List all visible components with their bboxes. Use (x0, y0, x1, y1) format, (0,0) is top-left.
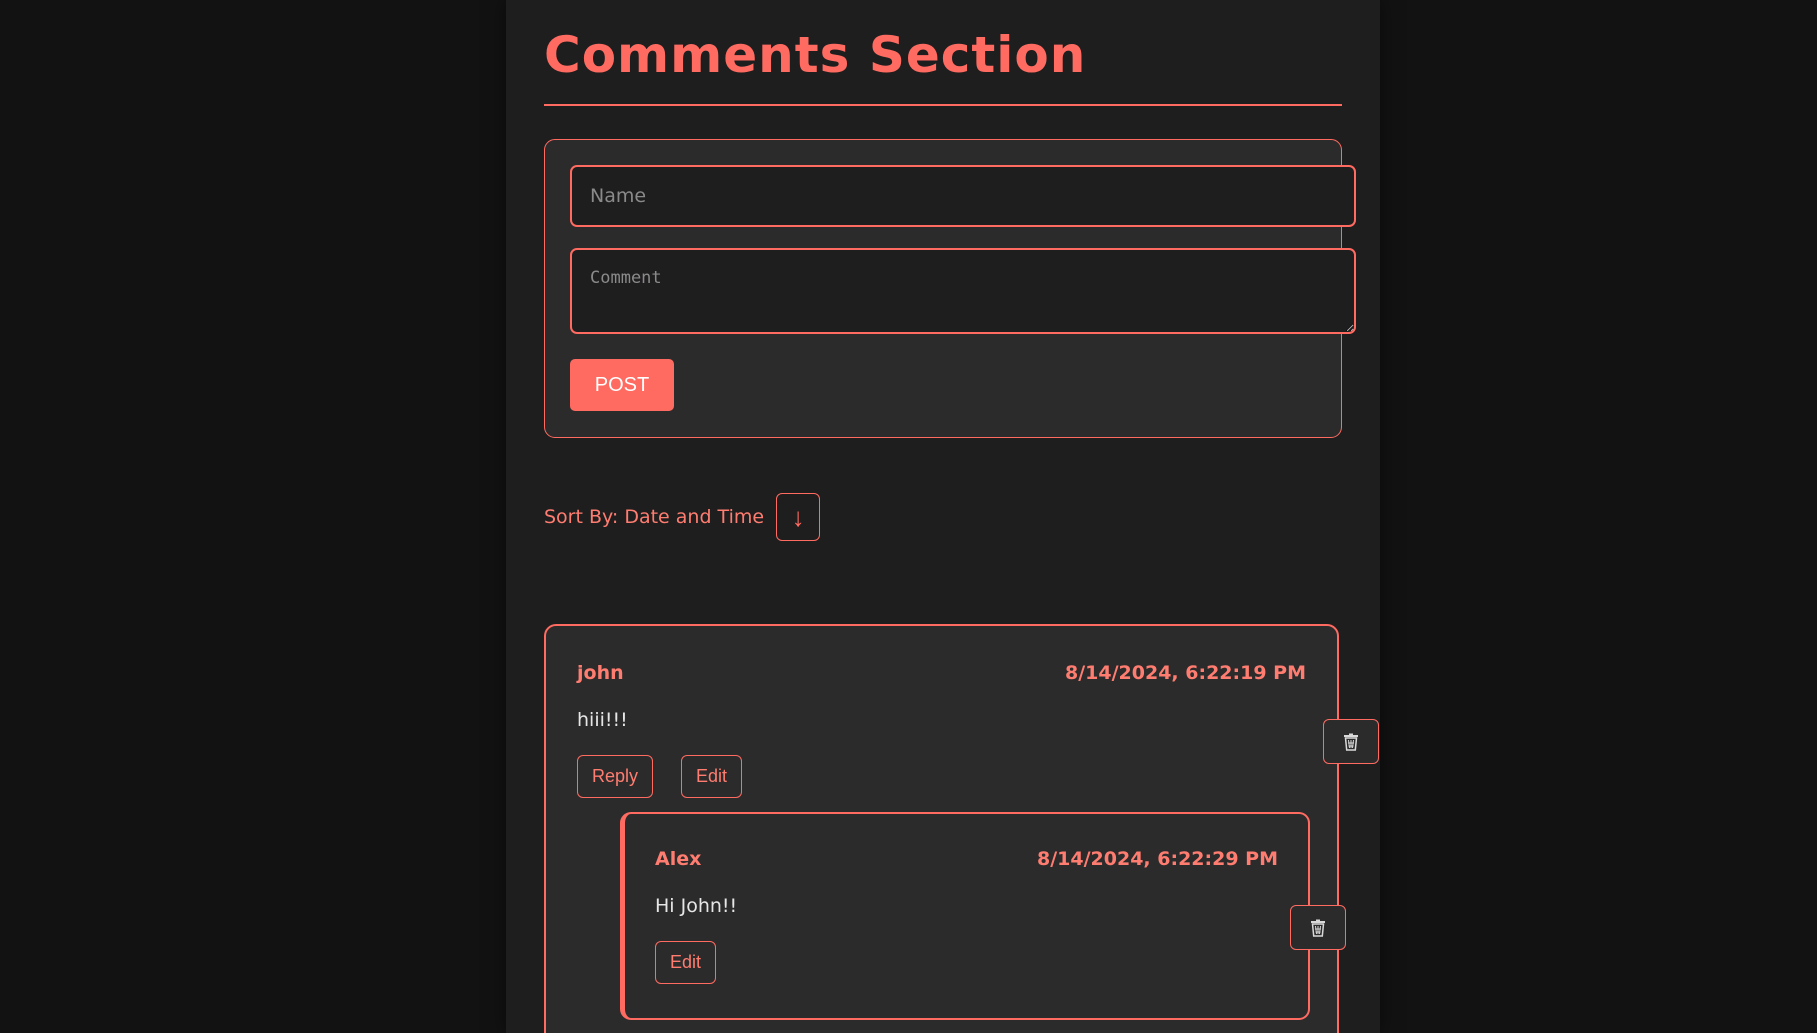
page-title: Comments Section (544, 26, 1087, 84)
reply-card: Alex 8/14/2024, 6:22:29 PM Hi John!! Edi… (620, 812, 1346, 1020)
name-input[interactable] (570, 165, 1356, 227)
delete-comment-button[interactable] (1323, 719, 1379, 764)
reply-timestamp: 8/14/2024, 6:22:29 PM (1037, 848, 1278, 870)
comment-timestamp: 8/14/2024, 6:22:19 PM (1065, 662, 1306, 684)
sort-label: Sort By: Date and Time (544, 506, 765, 528)
comments-page: Comments Section POST Sort By: Date and … (506, 0, 1380, 1033)
trash-icon (1344, 733, 1358, 751)
reply-author: Alex (655, 848, 702, 870)
edit-button[interactable]: Edit (681, 755, 743, 798)
comment-form: POST (544, 139, 1356, 438)
comment-author: john (577, 662, 624, 684)
comment-text: hiii!!! (577, 709, 628, 731)
reply-text: Hi John!! (655, 895, 738, 917)
title-divider (544, 104, 1342, 106)
sort-direction-button[interactable]: ↓ (776, 493, 821, 541)
reply-button[interactable]: Reply (577, 755, 654, 798)
reply-edit-button[interactable]: Edit (655, 941, 717, 984)
post-button[interactable]: POST (570, 359, 674, 411)
delete-reply-button[interactable] (1290, 905, 1346, 950)
comment-card: john 8/14/2024, 6:22:19 PM hiii!!! Reply… (544, 624, 1379, 1033)
comment-input[interactable] (570, 248, 1356, 334)
trash-icon (1311, 919, 1325, 937)
sort-controls: Sort By: Date and Time ↓ (544, 493, 821, 541)
arrow-down-icon: ↓ (791, 501, 805, 532)
